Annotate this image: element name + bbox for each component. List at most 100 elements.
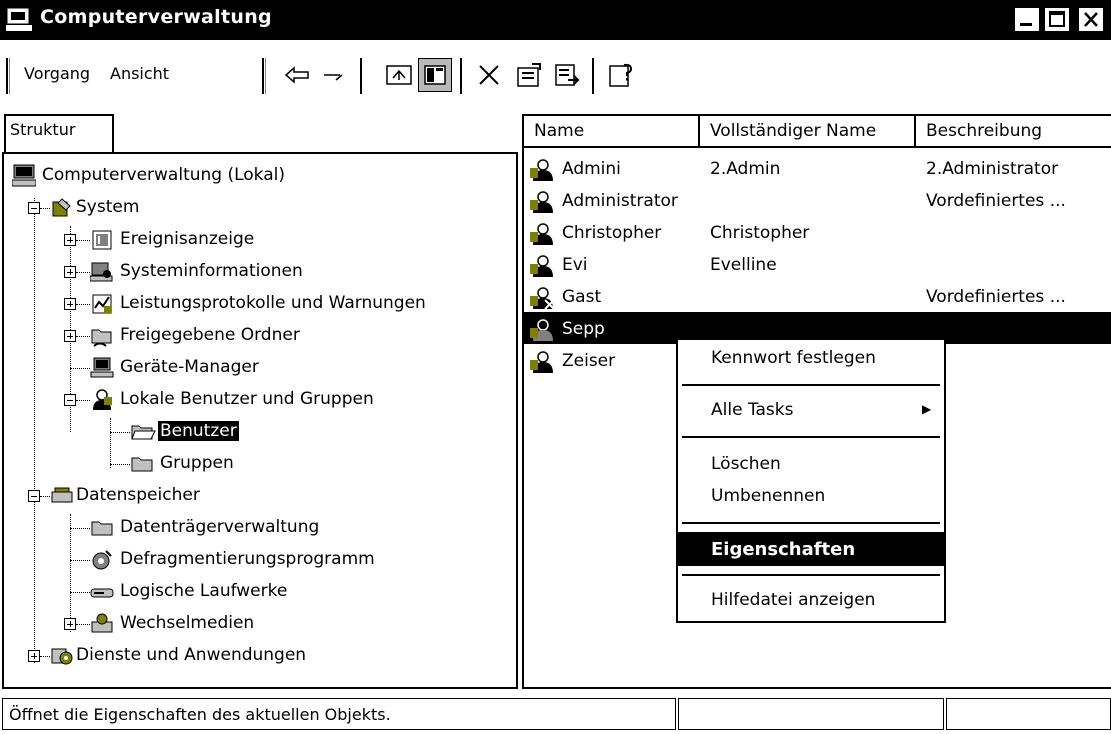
- computer-management-window: Computerverwaltung Vorgang Ansicht Struk…: [0, 0, 1111, 734]
- removable-media-icon: [90, 612, 113, 634]
- status-cell-3: [946, 698, 1111, 730]
- tree-node-system[interactable]: System: [50, 196, 510, 218]
- toolbar-separator: [460, 58, 462, 94]
- tree-pane[interactable]: Computerverwaltung (Lokal) System Ereign…: [2, 152, 518, 689]
- tree-node-label: Dienste und Anwendungen: [76, 645, 307, 665]
- toolbar-grip: [6, 58, 10, 94]
- tree-connector: [40, 496, 50, 497]
- list-item[interactable]: Administrator Vordefiniertes ...: [524, 184, 1111, 216]
- back-arrow-icon[interactable]: [280, 58, 314, 92]
- tree-connector: [70, 514, 71, 632]
- folder-icon: [90, 516, 113, 538]
- menu-item-alle-tasks[interactable]: Alle Tasks: [711, 400, 794, 420]
- forward-arrow-icon[interactable]: [318, 58, 352, 92]
- tree-connector: [76, 400, 90, 401]
- user-icon: [530, 254, 556, 278]
- tree-node-label: Datenspeicher: [76, 485, 200, 505]
- tree-node-geraete-manager[interactable]: Geräte-Manager: [90, 356, 510, 378]
- tree-node-wechselmedien[interactable]: Wechselmedien: [90, 612, 510, 634]
- menu-separator: [682, 384, 940, 386]
- tree-node-dienste[interactable]: Dienste und Anwendungen: [50, 644, 510, 666]
- tree-connector: [76, 624, 90, 625]
- context-menu: Kennwort festlegen Alle Tasks ▶ Löschen …: [676, 338, 946, 623]
- tree-expander-plus[interactable]: [64, 330, 76, 342]
- menu-item-hilfedatei-anzeigen[interactable]: Hilfedatei anzeigen: [711, 590, 875, 610]
- toolbar: Vorgang Ansicht: [0, 44, 1111, 106]
- tree-node-label: Gruppen: [160, 453, 234, 473]
- tree-node-leistungsprotokolle[interactable]: Leistungsprotokolle und Warnungen: [90, 292, 510, 314]
- shared-folders-icon: [90, 324, 112, 347]
- menu-item-eigenschaften[interactable]: Eigenschaften: [711, 539, 855, 560]
- tree-node-systeminformationen[interactable]: Systeminformationen: [89, 260, 510, 282]
- tree-connector: [76, 304, 90, 305]
- tree-node-logische-laufwerke[interactable]: Logische Laufwerke: [90, 580, 510, 602]
- menu-ansicht[interactable]: Ansicht: [110, 64, 169, 83]
- tree-node-computerverwaltung[interactable]: Computerverwaltung (Lokal): [11, 164, 502, 187]
- system-tools-icon: [50, 196, 72, 218]
- tree-connector: [40, 656, 50, 657]
- tree-connector: [76, 336, 90, 337]
- show-hide-tree-icon[interactable]: [418, 58, 452, 92]
- tree-node-ereignisanzeige[interactable]: Ereignisanzeige: [90, 228, 510, 250]
- tree-node-defragmentierung[interactable]: Defragmentierungsprogramm: [90, 548, 510, 570]
- tree-expander-plus[interactable]: [64, 266, 76, 278]
- tree-expander-minus[interactable]: [64, 394, 76, 406]
- menu-item-loeschen[interactable]: Löschen: [711, 454, 781, 474]
- tree-node-label: Datenträgerverwaltung: [120, 517, 320, 537]
- properties-icon[interactable]: [512, 58, 546, 92]
- tree-node-datenspeicher[interactable]: Datenspeicher: [50, 484, 510, 506]
- delete-icon[interactable]: [472, 58, 506, 92]
- minimize-button[interactable]: [1014, 7, 1040, 32]
- tree-node-label: Freigegebene Ordner: [120, 325, 300, 345]
- tree-connector: [76, 240, 90, 241]
- tree-connector: [110, 464, 130, 465]
- disabled-user-icon: [530, 286, 556, 310]
- list-item[interactable]: Evi Evelline: [524, 248, 1111, 280]
- menu-item-umbenennen[interactable]: Umbenennen: [711, 486, 825, 506]
- tree-node-label: Lokale Benutzer und Gruppen: [120, 389, 374, 409]
- device-manager-icon: [90, 356, 114, 378]
- tree-expander-plus[interactable]: [64, 298, 76, 310]
- tree-connector: [70, 592, 90, 593]
- column-header-full-name[interactable]: Vollständiger Name: [700, 116, 916, 148]
- tree-expander-plus[interactable]: [64, 234, 76, 246]
- tree-expander-minus[interactable]: [28, 490, 40, 502]
- tree-node-datentraegerverwaltung[interactable]: Datenträgerverwaltung: [90, 516, 510, 538]
- menu-vorgang[interactable]: Vorgang: [24, 64, 90, 83]
- folder-open-icon: [130, 420, 156, 442]
- toolbar-separator: [360, 58, 362, 94]
- tree-expander-plus[interactable]: [28, 650, 40, 662]
- close-button[interactable]: [1078, 7, 1104, 32]
- list-item[interactable]: Admini 2.Admin 2.Administrator: [524, 152, 1111, 184]
- tree-expander-plus[interactable]: [64, 618, 76, 630]
- title-bar[interactable]: Computerverwaltung: [0, 0, 1111, 40]
- tree-node-label: Ereignisanzeige: [120, 229, 255, 249]
- menu-separator: [682, 574, 940, 576]
- tab-struktur[interactable]: Struktur: [4, 114, 114, 154]
- tree-expander-minus[interactable]: [28, 202, 40, 214]
- help-icon[interactable]: [604, 58, 638, 92]
- user-icon: [530, 158, 556, 182]
- tree-node-label: Logische Laufwerke: [120, 581, 288, 601]
- tree-connector: [76, 272, 90, 273]
- menu-separator: [682, 436, 940, 438]
- list-item[interactable]: Christopher Christopher: [524, 216, 1111, 248]
- export-list-icon[interactable]: [550, 58, 584, 92]
- tree-connector: [40, 208, 50, 209]
- tree-node-gruppen[interactable]: Gruppen: [130, 452, 330, 474]
- maximize-button[interactable]: [1044, 7, 1070, 32]
- tree-node-benutzer[interactable]: Benutzer: [130, 420, 330, 442]
- menu-item-kennwort-festlegen[interactable]: Kennwort festlegen: [711, 348, 876, 368]
- column-header-name[interactable]: Name: [524, 116, 700, 148]
- folder-icon: [130, 452, 153, 474]
- tree-node-label: Wechselmedien: [120, 613, 255, 633]
- local-users-icon: [90, 388, 112, 410]
- up-folder-icon[interactable]: [382, 58, 416, 92]
- list-item[interactable]: Gast Vordefiniertes ...: [524, 280, 1111, 312]
- submenu-arrow-icon: ▶: [922, 402, 932, 416]
- tree-node-freigegebene-ordner[interactable]: Freigegebene Ordner: [90, 324, 510, 347]
- tree-connector: [34, 198, 35, 663]
- defrag-icon: [90, 548, 112, 570]
- column-header-description[interactable]: Beschreibung: [916, 116, 1111, 148]
- tree-node-lokale-benutzer[interactable]: Lokale Benutzer und Gruppen: [90, 388, 510, 410]
